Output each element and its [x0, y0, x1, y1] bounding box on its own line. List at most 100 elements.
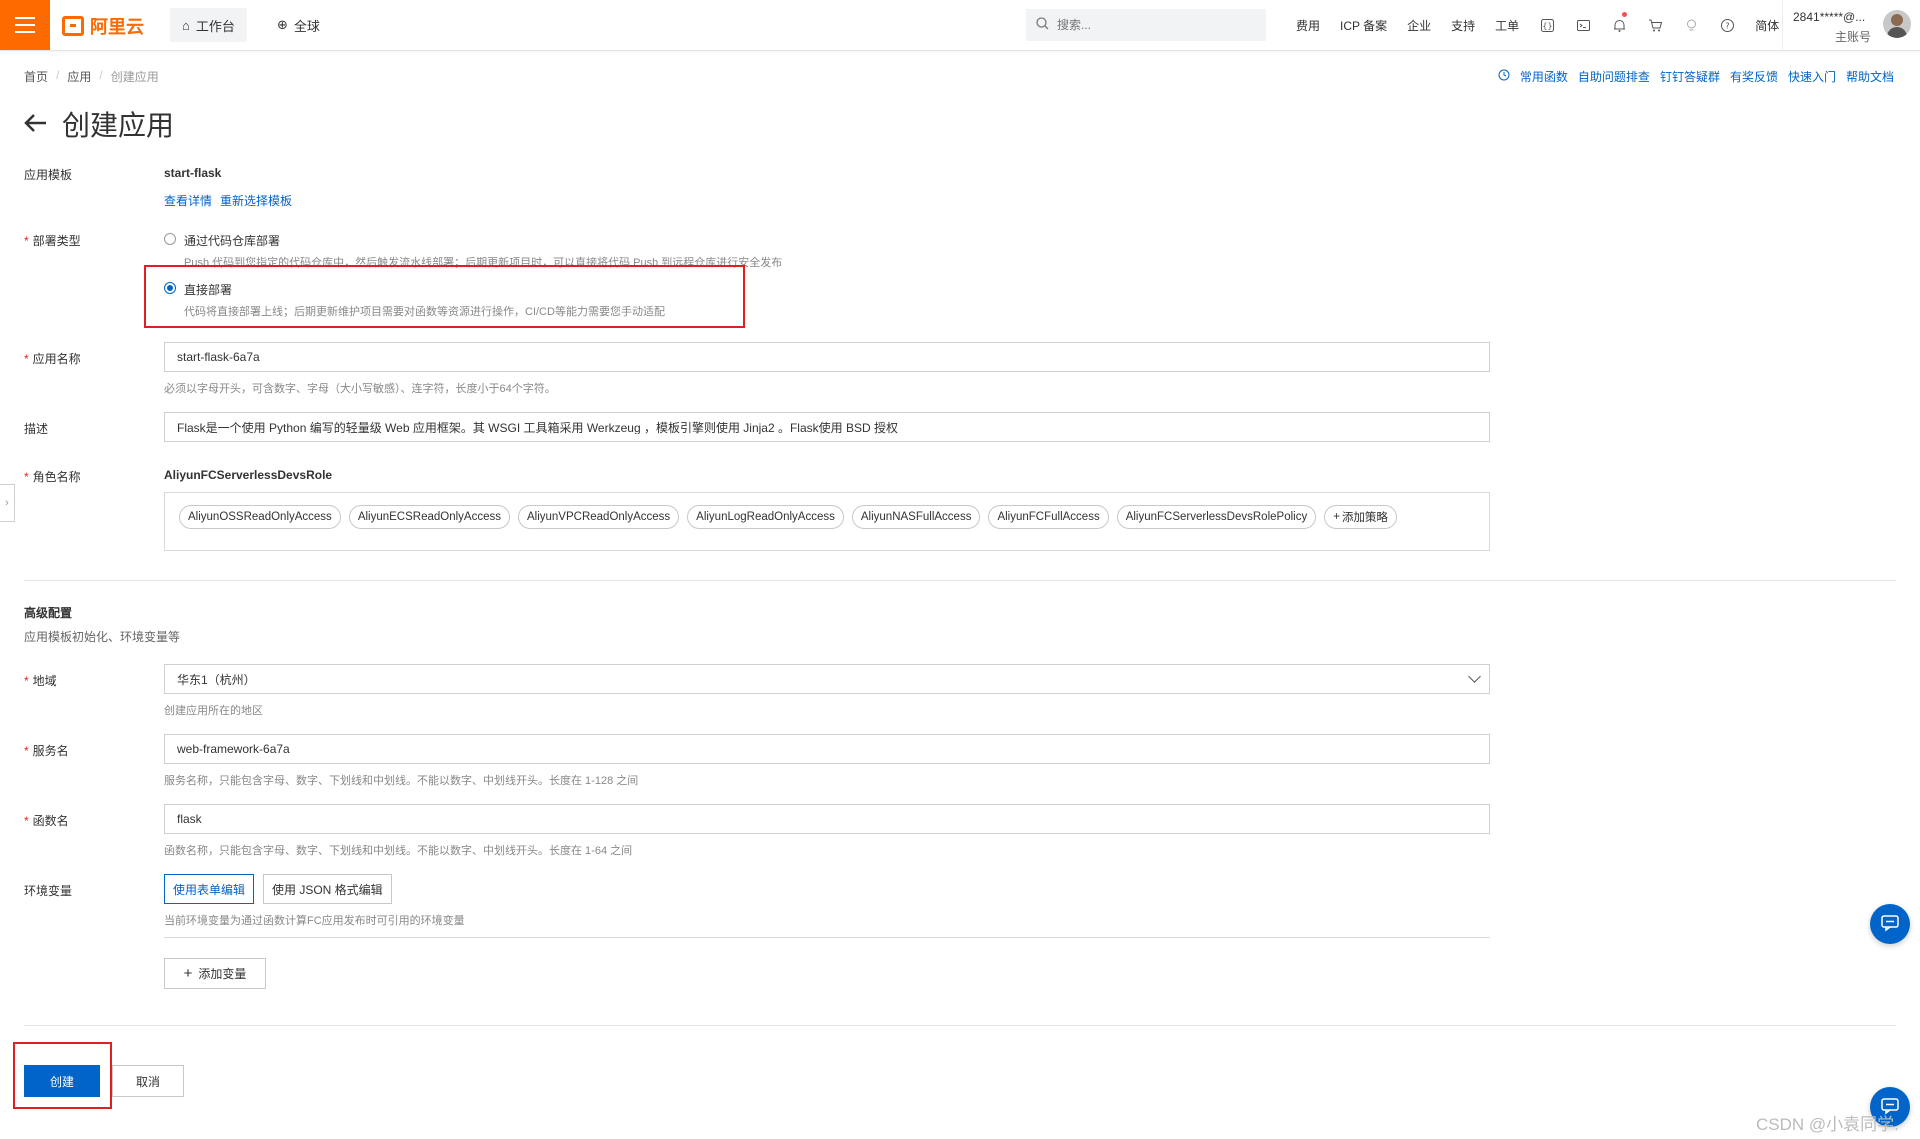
env-vars-label-text: 环境变量: [24, 884, 73, 898]
aliyun-logo[interactable]: 阿里云: [62, 13, 144, 39]
help-link-docs[interactable]: 帮助文档: [1846, 68, 1894, 85]
breadcrumb-home[interactable]: 首页: [24, 68, 48, 85]
breadcrumb-separator: /: [56, 68, 60, 82]
template-name: start-flask: [164, 166, 222, 180]
add-policy-button[interactable]: + 添加策略: [1324, 505, 1397, 529]
code-icon[interactable]: {}: [1529, 0, 1565, 50]
function-name-input[interactable]: [177, 812, 1477, 826]
breadcrumb-separator: /: [99, 68, 103, 82]
aliyun-logo-icon: [62, 16, 84, 36]
back-arrow-icon[interactable]: [24, 110, 48, 138]
function-name-field[interactable]: [164, 804, 1490, 834]
reselect-template-link[interactable]: 重新选择模板: [220, 192, 292, 209]
help-link-common-functions[interactable]: 常用函数: [1520, 68, 1568, 85]
policy-tag: AliyunFCServerlessDevsRolePolicy: [1116, 505, 1317, 529]
help-link-dingtalk[interactable]: 钉钉答疑群: [1660, 68, 1720, 85]
deploy-type-label-text: 部署类型: [32, 234, 81, 248]
service-name-label: * 服务名: [24, 742, 69, 759]
role-label: * 角色名称: [24, 468, 81, 485]
cancel-button[interactable]: 取消: [112, 1065, 184, 1097]
help-link-feedback[interactable]: 有奖反馈: [1730, 68, 1778, 85]
search-icon: [1036, 17, 1049, 33]
policy-tag-list: AliyunOSSReadOnlyAccess AliyunECSReadOnl…: [164, 492, 1490, 551]
workbench-label: 工作台: [195, 18, 235, 34]
service-name-field[interactable]: [164, 734, 1490, 764]
role-label-text: 角色名称: [32, 470, 81, 484]
json-edit-tab[interactable]: 使用 JSON 格式编辑: [263, 874, 392, 904]
top-link-billing[interactable]: 费用: [1286, 17, 1330, 34]
env-vars-divider: [164, 937, 1490, 938]
template-section: start-flask 查看详情 重新选择模板: [164, 166, 292, 209]
required-mark: *: [24, 674, 29, 688]
service-name-label-text: 服务名: [32, 744, 69, 758]
top-link-icp[interactable]: ICP 备案: [1330, 17, 1397, 34]
policy-tag: AliyunOSSReadOnlyAccess: [179, 505, 341, 529]
globe-icon: ⊕: [277, 17, 288, 32]
chevron-down-icon: [1468, 670, 1481, 683]
deploy-option-repo-title: 通过代码仓库部署: [184, 234, 281, 248]
region-select-value: 华东1（杭州）: [177, 672, 256, 687]
region-select[interactable]: 华东1（杭州）: [164, 664, 1490, 694]
function-name-label-text: 函数名: [32, 814, 69, 828]
app-name-label-text: 应用名称: [32, 352, 81, 366]
notification-bell-icon[interactable]: [1601, 0, 1637, 50]
radio-repo-deploy[interactable]: [164, 233, 176, 245]
view-details-link[interactable]: 查看详情: [164, 192, 212, 209]
sidebar-expand-handle[interactable]: ›: [0, 484, 15, 522]
notification-dot: [1622, 12, 1628, 17]
help-link-quickstart[interactable]: 快速入门: [1788, 68, 1836, 85]
clock-icon: [1498, 69, 1510, 84]
help-link-troubleshoot[interactable]: 自助问题排查: [1578, 68, 1650, 85]
top-link-enterprise[interactable]: 企业: [1397, 17, 1441, 34]
menu-icon-bar: [15, 24, 35, 26]
template-label: 应用模板: [24, 166, 72, 183]
account-name: 2841*****@...: [1793, 10, 1866, 24]
env-vars-hint: 当前环境变量为通过函数计算FC应用发布时可引用的环境变量: [164, 915, 465, 927]
workbench-button[interactable]: ⌂ 工作台: [170, 8, 247, 42]
description-label-text: 描述: [24, 422, 49, 436]
footer-divider: [24, 1025, 1896, 1026]
chevron-right-icon: ›: [5, 497, 9, 509]
search-input[interactable]: [1055, 17, 1249, 33]
region-label-text: 地域: [32, 674, 57, 688]
region-hint: 创建应用所在的地区: [164, 705, 263, 717]
add-variable-button[interactable]: + 添加变量: [164, 958, 266, 989]
lightbulb-icon[interactable]: [1673, 0, 1709, 50]
floating-chat-button[interactable]: [1870, 904, 1910, 944]
menu-icon-bar: [15, 31, 35, 33]
env-vars-label: 环境变量: [24, 882, 72, 899]
logo-text: 阿里云: [90, 17, 144, 37]
required-mark: *: [24, 744, 29, 758]
description-input[interactable]: [177, 420, 1477, 434]
required-mark: *: [24, 234, 29, 248]
required-mark: *: [24, 470, 29, 484]
terminal-icon[interactable]: [1565, 0, 1601, 50]
description-field[interactable]: [164, 412, 1490, 442]
help-links: 常用函数 自助问题排查 钉钉答疑群 有奖反馈 快速入门 帮助文档: [1498, 68, 1894, 85]
form-edit-tab[interactable]: 使用表单编辑: [164, 874, 255, 904]
top-link-support[interactable]: 支持: [1441, 17, 1485, 34]
cart-icon[interactable]: [1637, 0, 1673, 50]
global-search[interactable]: [1026, 9, 1266, 41]
top-link-ticket[interactable]: 工单: [1485, 17, 1529, 34]
breadcrumb-apps[interactable]: 应用: [67, 68, 91, 85]
avatar[interactable]: [1883, 10, 1911, 38]
app-name-input[interactable]: [177, 350, 1477, 364]
add-variable-label: 添加变量: [198, 967, 247, 981]
region-selector[interactable]: ⊕ 全球: [265, 8, 332, 42]
breadcrumb-current: 创建应用: [110, 70, 159, 84]
section-divider: [24, 580, 1896, 581]
plus-icon: +: [1333, 511, 1340, 523]
description-label: 描述: [24, 420, 48, 437]
top-navigation-bar: 阿里云 ⌂ 工作台 ⊕ 全球 费用 ICP 备案 企业 支持 工单 {}: [0, 0, 1920, 51]
help-icon[interactable]: ?: [1709, 0, 1745, 50]
home-icon: ⌂: [182, 17, 190, 33]
account-menu[interactable]: 2841*****@... 主账号: [1782, 0, 1920, 50]
app-name-field[interactable]: [164, 342, 1490, 372]
service-name-input[interactable]: [177, 742, 1477, 756]
policy-tag: AliyunLogReadOnlyAccess: [687, 505, 844, 529]
highlight-annotation-direct-deploy: [144, 265, 745, 328]
hamburger-menu-button[interactable]: [0, 0, 50, 50]
advanced-section-title: 高级配置: [24, 606, 73, 620]
breadcrumb: 首页 / 应用 / 创建应用: [24, 68, 159, 85]
